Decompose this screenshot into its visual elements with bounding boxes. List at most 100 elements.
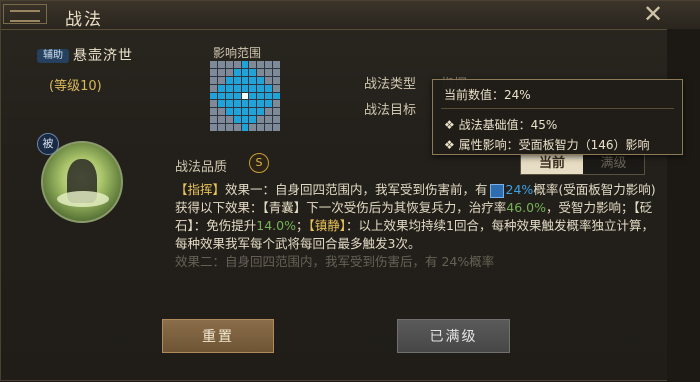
skill-description: 【指挥】效果一：自身回四范围内，我军受到伤害前，有 24%概率(受面板智力影响)获… — [175, 181, 659, 286]
maxed-button[interactable]: 已满级 — [397, 319, 510, 353]
range-area-cell — [225, 84, 233, 92]
range-area-cell — [233, 92, 241, 100]
desc-tag: 【镇静】 — [308, 218, 347, 233]
skill-name: 悬壶济世 — [73, 48, 133, 64]
range-area-cell — [249, 68, 257, 76]
range-area-cell — [257, 92, 265, 100]
desc-text: 效果一：自身回四范围内，我军受到伤害前，有 — [225, 182, 488, 197]
range-empty-cell — [210, 84, 217, 92]
range-area-cell — [249, 76, 257, 84]
desc-tag: 【指挥】 — [175, 182, 226, 197]
range-area-cell — [249, 116, 257, 124]
range-area-cell — [225, 108, 233, 116]
range-empty-cell — [273, 100, 280, 108]
title-bar: 战法 ✕ — [1, 1, 700, 30]
skill-target-label: 战法目标 — [364, 103, 417, 118]
desc-highlight: 46.0% — [506, 200, 546, 215]
quality-badge: S — [249, 153, 269, 173]
range-empty-cell — [217, 76, 225, 84]
range-empty-cell — [273, 61, 280, 68]
range-area-cell — [265, 92, 273, 100]
range-empty-cell — [217, 61, 225, 68]
tooltip-divider — [441, 108, 674, 109]
close-button[interactable]: ✕ — [641, 2, 665, 27]
range-empty-cell — [217, 108, 225, 116]
range-empty-cell — [273, 76, 280, 84]
range-area-cell — [249, 108, 257, 116]
range-empty-cell — [210, 116, 217, 124]
range-area-cell — [233, 84, 241, 92]
range-area-cell — [257, 100, 265, 108]
desc-text: ； — [295, 218, 309, 233]
range-empty-cell — [265, 124, 273, 131]
range-empty-cell — [273, 116, 280, 124]
range-empty-cell — [217, 116, 225, 124]
reset-button[interactable]: 重置 — [162, 319, 274, 353]
level-toggle[interactable]: 当前 满级 — [520, 153, 645, 175]
range-empty-cell — [225, 61, 233, 68]
range-empty-cell — [217, 124, 225, 131]
range-area-cell — [241, 108, 249, 116]
range-empty-cell — [249, 124, 257, 131]
range-empty-cell — [233, 61, 241, 68]
range-area-cell — [249, 84, 257, 92]
range-empty-cell — [225, 124, 233, 131]
skill-type-label: 战法类型 — [364, 77, 417, 92]
range-empty-cell — [273, 68, 280, 76]
tooltip-base-text: 战法基础值：45% — [458, 118, 558, 132]
window-title: 战法 — [65, 10, 103, 30]
tooltip-current-value: 当前数值：24% — [444, 88, 531, 102]
range-empty-cell — [257, 68, 265, 76]
range-area-cell — [241, 68, 249, 76]
range-area-cell — [241, 100, 249, 108]
tooltip-base-value: ❖ 战法基础值：45% — [444, 118, 558, 132]
tab-current[interactable]: 当前 — [521, 154, 583, 174]
range-empty-cell — [273, 124, 280, 131]
range-center-cell — [241, 92, 249, 100]
passive-badge: 被 — [37, 133, 59, 155]
range-empty-cell — [265, 108, 273, 116]
skill-tag-badge: 辅助 — [37, 49, 69, 63]
range-empty-cell — [265, 116, 273, 124]
range-area-cell — [241, 76, 249, 84]
desc-text-faded: 效果二：自身回四范围内，我军受到伤害后，有 24%概率 — [175, 254, 495, 269]
range-area-cell — [233, 76, 241, 84]
range-area-cell — [257, 84, 265, 92]
range-empty-cell — [265, 76, 273, 84]
range-grid — [210, 61, 280, 131]
range-empty-cell — [257, 116, 265, 124]
range-area-cell — [241, 124, 249, 131]
range-empty-cell — [210, 108, 217, 116]
range-empty-cell — [233, 124, 241, 131]
tooltip-attr-effect: ❖ 属性影响：受面板智力（146）影响 — [444, 138, 650, 152]
range-area-cell — [233, 68, 241, 76]
range-label: 影响范围 — [213, 46, 262, 60]
range-area-cell — [210, 92, 217, 100]
value-tooltip: 当前数值：24% ❖ 战法基础值：45% ❖ 属性影响：受面板智力（146）影响 — [432, 79, 683, 155]
range-area-cell — [241, 61, 249, 68]
range-area-cell — [273, 92, 280, 100]
range-empty-cell — [257, 124, 265, 131]
tab-max-level[interactable]: 满级 — [583, 154, 644, 174]
range-empty-cell — [217, 68, 225, 76]
range-area-cell — [241, 116, 249, 124]
range-empty-cell — [265, 68, 273, 76]
range-empty-cell — [210, 68, 217, 76]
range-area-cell — [257, 108, 265, 116]
range-area-cell — [265, 84, 273, 92]
desc-highlight[interactable]: 24% — [506, 182, 534, 197]
tooltip-attr-text: 属性影响：受面板智力（146）影响 — [458, 138, 650, 152]
range-empty-cell — [265, 61, 273, 68]
range-area-cell — [257, 76, 265, 84]
quality-label: 战法品质 — [175, 160, 228, 175]
probability-icon — [489, 183, 504, 198]
range-empty-cell — [249, 61, 257, 68]
skill-panel: 战法 ✕ 辅助 悬壶济世 (等级10) 被 影响范围 战法类型 指挥 战法目标 … — [0, 0, 700, 382]
range-area-cell — [217, 84, 225, 92]
range-area-cell — [241, 84, 249, 92]
range-area-cell — [233, 100, 241, 108]
range-empty-cell — [210, 124, 217, 131]
range-area-cell — [225, 92, 233, 100]
range-area-cell — [217, 92, 225, 100]
skill-level: (等级10) — [49, 79, 102, 94]
